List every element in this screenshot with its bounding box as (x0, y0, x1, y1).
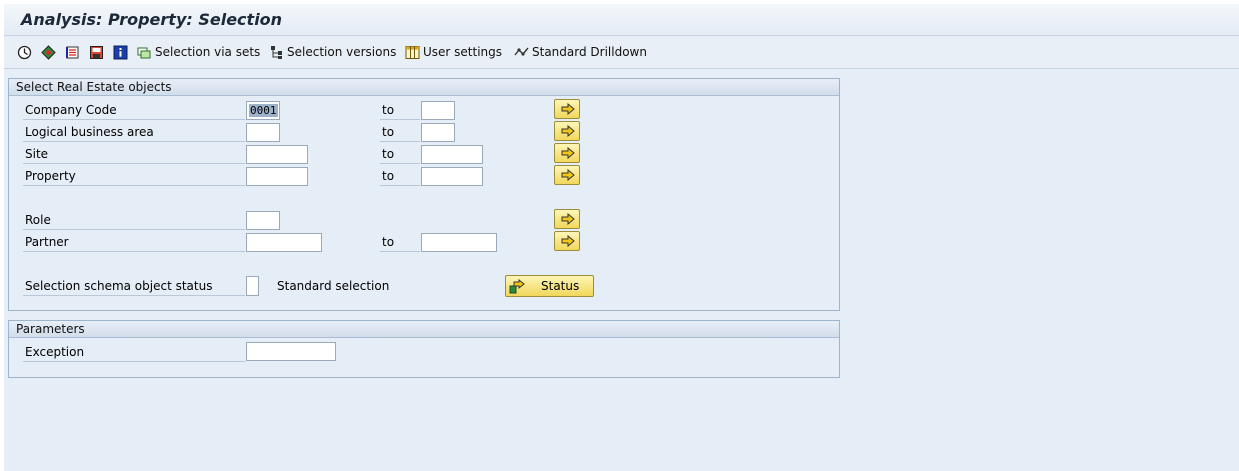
role-input[interactable] (246, 211, 280, 230)
property-to-input[interactable] (421, 167, 483, 186)
save-variant-icon (89, 45, 104, 60)
company-code-multiple-selection-button[interactable] (554, 99, 580, 119)
info-button[interactable] (113, 42, 128, 62)
execute-background-button[interactable] (41, 42, 56, 62)
sets-icon (137, 45, 152, 60)
window-title: Analysis: Property: Selection (21, 10, 283, 29)
property-to-label: to (380, 167, 420, 186)
role-multiple-selection-button[interactable] (554, 209, 580, 229)
logical-business-area-from-input[interactable] (246, 123, 280, 142)
status-button-label: Status (541, 279, 580, 293)
parameters-header: Parameters (9, 321, 839, 338)
execute-button[interactable] (17, 42, 32, 62)
selection-schema-input[interactable] (246, 276, 259, 296)
save-variant-button[interactable] (89, 42, 104, 62)
hierarchy-icon (269, 45, 284, 60)
application-toolbar: Selection via sets Selection versions Us… (4, 37, 1239, 69)
exception-input[interactable] (246, 342, 336, 361)
title-bar: Analysis: Property: Selection (4, 4, 1239, 36)
arrow-right-icon (561, 213, 575, 225)
standard-drilldown-label: Standard Drilldown (532, 45, 647, 59)
status-icon (509, 279, 525, 294)
selection-via-sets-label: Selection via sets (155, 45, 261, 59)
company-code-from-value: 0001 (249, 104, 278, 117)
site-label: Site (23, 145, 245, 164)
arrow-right-icon (561, 103, 575, 115)
standard-drilldown-button[interactable]: Standard Drilldown (514, 42, 647, 62)
partner-to-input[interactable] (421, 233, 497, 252)
selection-schema-text: Standard selection (277, 279, 390, 293)
logical-business-area-to-input[interactable] (421, 123, 455, 142)
table-settings-icon (405, 45, 420, 60)
company-code-to-label: to (380, 101, 420, 120)
selection-via-sets-button[interactable]: Selection via sets (137, 42, 260, 62)
property-from-input[interactable] (246, 167, 308, 186)
site-from-input[interactable] (246, 145, 308, 164)
arrow-right-icon (561, 169, 575, 181)
drilldown-icon (514, 45, 529, 60)
arrow-right-icon (561, 147, 575, 159)
role-label: Role (23, 211, 245, 230)
site-multiple-selection-button[interactable] (554, 143, 580, 163)
user-settings-button[interactable]: User settings (405, 42, 502, 62)
selection-versions-button[interactable]: Selection versions (269, 42, 396, 62)
logical-business-area-multiple-selection-button[interactable] (554, 121, 580, 141)
property-multiple-selection-button[interactable] (554, 165, 580, 185)
execute-background-icon (41, 44, 56, 60)
partner-label: Partner (23, 233, 245, 252)
variants-button[interactable] (65, 42, 80, 62)
site-to-label: to (380, 145, 420, 164)
partner-from-input[interactable] (246, 233, 322, 252)
user-settings-label: User settings (423, 45, 503, 59)
partner-multiple-selection-button[interactable] (554, 231, 580, 251)
arrow-right-icon (561, 235, 575, 247)
company-code-to-input[interactable] (421, 101, 455, 120)
status-button[interactable]: Status (505, 275, 594, 297)
arrow-right-icon (561, 125, 575, 137)
property-label: Property (23, 167, 245, 186)
selection-versions-label: Selection versions (287, 45, 397, 59)
info-icon (113, 45, 128, 60)
company-code-from-input[interactable]: 0001 (246, 101, 280, 120)
real-estate-objects-header: Select Real Estate objects (9, 79, 839, 96)
site-to-input[interactable] (421, 145, 483, 164)
partner-to-label: to (380, 233, 420, 252)
logical-business-area-label: Logical business area (23, 123, 245, 142)
logical-business-area-to-label: to (380, 123, 420, 142)
selection-schema-label: Selection schema object status (23, 277, 245, 296)
variants-icon (65, 45, 80, 60)
execute-icon (17, 45, 32, 60)
exception-label: Exception (23, 343, 245, 362)
company-code-label: Company Code (23, 101, 245, 120)
